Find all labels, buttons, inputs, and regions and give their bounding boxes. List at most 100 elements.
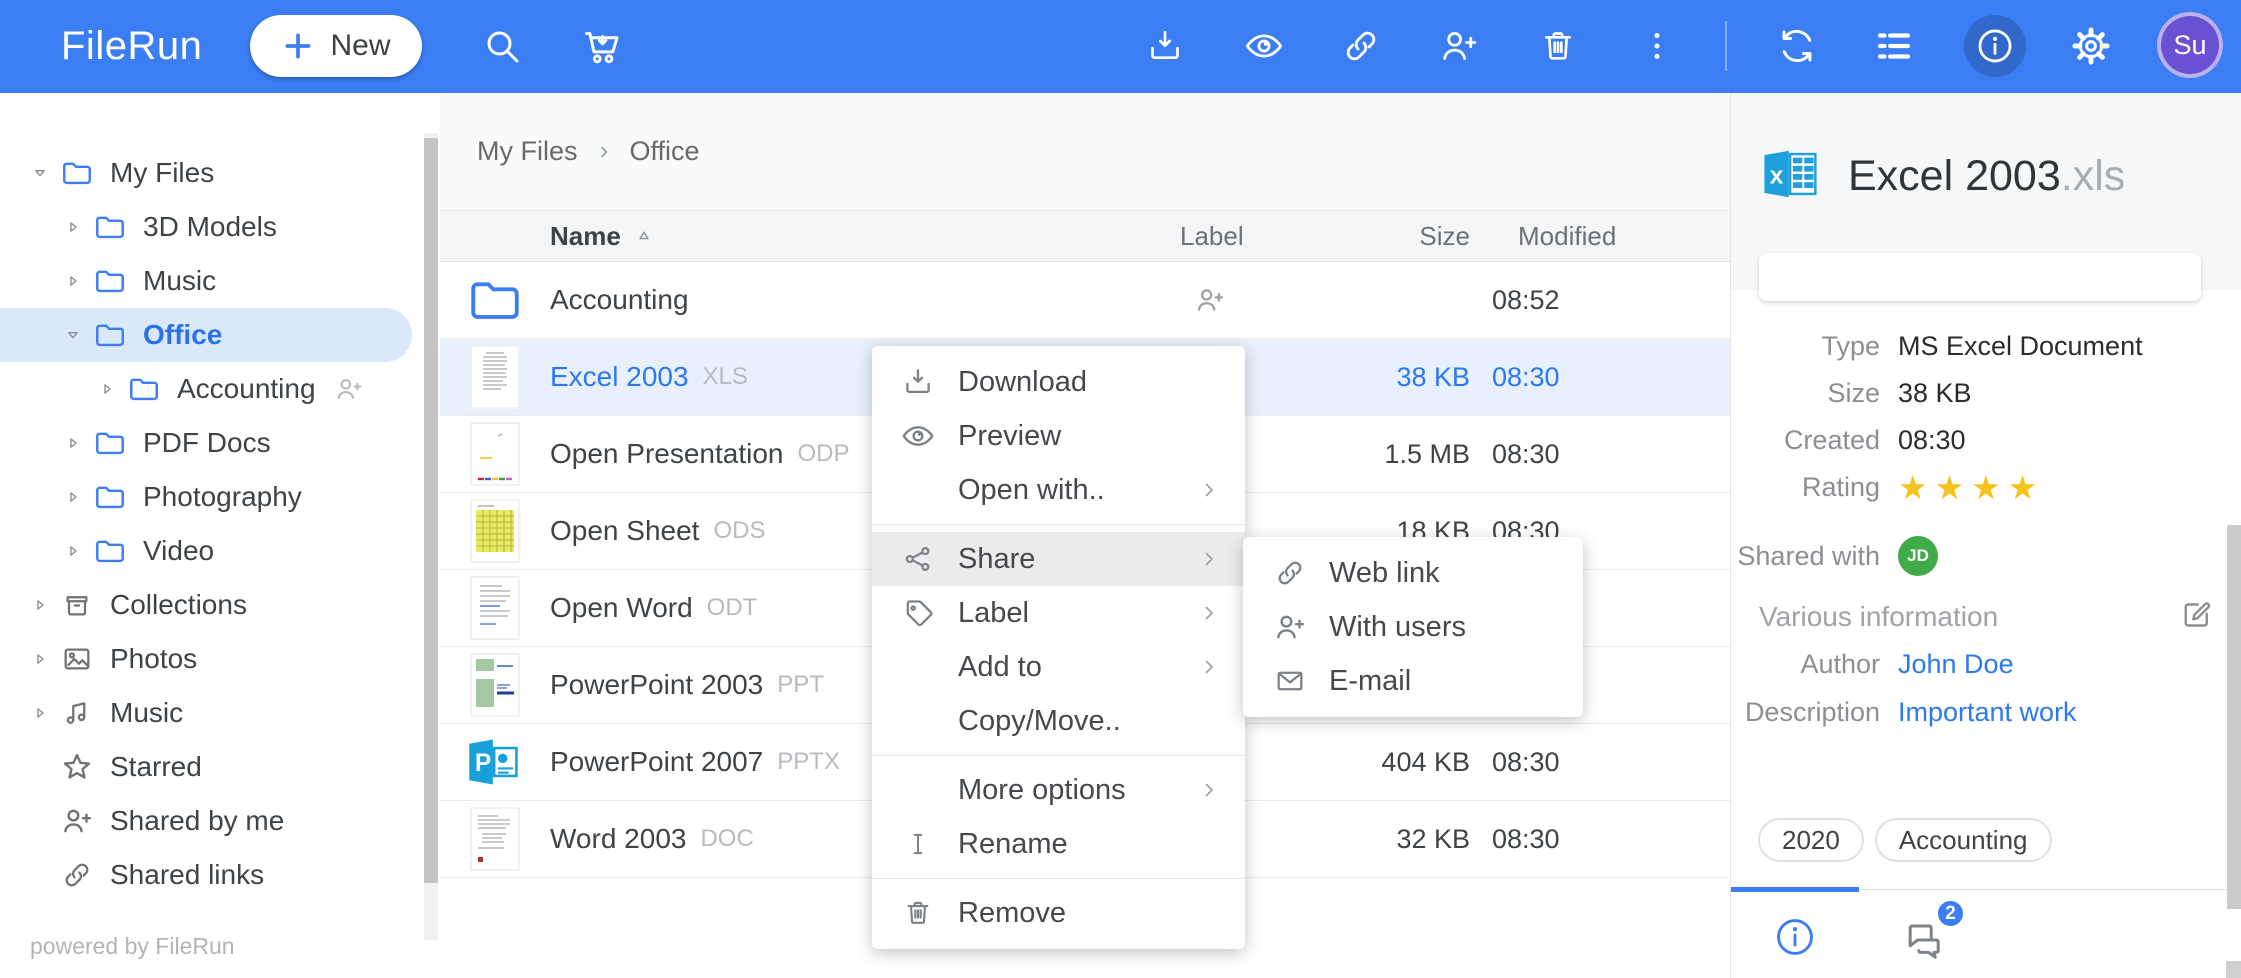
chevron-right-icon[interactable] [28, 702, 52, 724]
powerpoint-logo-icon: P [440, 732, 550, 792]
share-with-users-icon[interactable] [1429, 16, 1489, 76]
info-panel-icon[interactable] [1964, 15, 2026, 77]
table-header: Name Label Size Modified [440, 210, 1730, 262]
breadcrumb-my-files[interactable]: My Files [477, 136, 578, 167]
chevron-right-icon[interactable] [28, 648, 52, 670]
user-plus-icon [60, 804, 94, 838]
sidebar-item-office[interactable]: Office [0, 308, 412, 362]
context-menu-item-remove[interactable]: Remove [872, 886, 1245, 940]
tag-chip[interactable]: Accounting [1875, 818, 2052, 862]
folder-icon [93, 318, 127, 352]
sort-ascending-icon [635, 227, 653, 245]
sidebar-item-photos[interactable]: Photos [0, 632, 424, 686]
chevron-right-icon[interactable] [28, 594, 52, 616]
folder-icon [93, 264, 127, 298]
tag-chip[interactable]: 2020 [1758, 818, 1864, 862]
sidebar-scrollbar-thumb[interactable] [424, 138, 438, 883]
search-icon[interactable] [472, 16, 532, 76]
chevron-right-icon[interactable] [61, 486, 85, 508]
sidebar-item-my-files[interactable]: My Files [0, 146, 424, 200]
submenu-item-with-users[interactable]: With users [1243, 600, 1583, 654]
sidebar-item-video[interactable]: Video [0, 524, 424, 578]
breadcrumb: My Files Office [440, 93, 1730, 210]
web-link-icon[interactable] [1331, 16, 1391, 76]
column-header-size[interactable]: Size [1330, 221, 1470, 252]
folder-icon [93, 210, 127, 244]
preview-eye-icon[interactable] [1234, 16, 1294, 76]
sidebar-item-photography[interactable]: Photography [0, 470, 424, 524]
sidebar-item-label: Photos [110, 643, 197, 675]
panel-scrollbar-thumb[interactable] [2227, 525, 2241, 909]
context-menu-item-copy-move[interactable]: Copy/Move.. [872, 694, 1245, 748]
sidebar-item-accounting[interactable]: Accounting [0, 362, 424, 416]
chevron-right-icon[interactable] [95, 378, 119, 400]
author-value-link[interactable]: John Doe [1898, 649, 2014, 680]
more-vertical-icon[interactable] [1627, 16, 1687, 76]
tag-icon [900, 596, 936, 630]
chevron-right-icon[interactable] [61, 432, 85, 454]
powered-by-link[interactable]: powered by FileRun [30, 933, 235, 960]
context-menu-item-label[interactable]: Label [872, 586, 1245, 640]
column-header-modified[interactable]: Modified [1470, 221, 1707, 252]
settings-gear-icon[interactable] [2061, 16, 2121, 76]
submenu-item-web-link[interactable]: Web link [1243, 546, 1583, 600]
menu-divider [872, 878, 1245, 879]
list-view-icon[interactable] [1864, 16, 1924, 76]
download-icon[interactable] [1135, 16, 1195, 76]
folder-icon [93, 426, 127, 460]
chevron-right-icon[interactable] [61, 540, 85, 562]
document-thumbnail [440, 576, 550, 640]
section-title: Various information [1759, 597, 1998, 637]
context-menu: Download Preview Open with.. Share Label… [872, 346, 1245, 949]
new-button[interactable]: New [250, 15, 422, 77]
sidebar-item-pdf-docs[interactable]: PDF Docs [0, 416, 424, 470]
chevron-right-icon[interactable] [61, 216, 85, 238]
sidebar-item-shared-by-me[interactable]: Shared by me [0, 794, 424, 848]
sidebar-item-3d-models[interactable]: 3D Models [0, 200, 424, 254]
shared-user-avatar[interactable]: JD [1898, 536, 1938, 576]
property-label: Size [1731, 378, 1880, 409]
context-menu-item-more-options[interactable]: More options [872, 763, 1245, 817]
table-row[interactable]: Accounting 08:52 [440, 262, 1730, 339]
column-header-label[interactable]: Label [1180, 221, 1330, 252]
download-cart-icon[interactable] [572, 16, 632, 76]
context-menu-item-open-with[interactable]: Open with.. [872, 463, 1245, 517]
sidebar-item-shared-links[interactable]: Shared links [0, 848, 424, 902]
rating-stars[interactable]: ★★★★ [1898, 468, 2044, 507]
chevron-right-icon[interactable] [61, 270, 85, 292]
description-value-link[interactable]: Important work [1898, 697, 2077, 728]
file-ext: PPTX [777, 748, 840, 776]
tab-comments[interactable]: 2 [1859, 890, 1987, 962]
trash-icon[interactable] [1528, 16, 1588, 76]
tab-info[interactable] [1731, 890, 1859, 962]
sidebar: My Files 3D Models Music Office Accounti… [0, 93, 440, 978]
edit-metadata-icon[interactable] [2179, 597, 2215, 633]
chevron-down-icon[interactable] [61, 324, 85, 346]
user-avatar[interactable]: Su [2157, 12, 2223, 78]
download-icon [900, 365, 936, 399]
tags-row: 2020 Accounting [1758, 818, 2052, 862]
comments-count-badge: 2 [1935, 898, 1966, 929]
breadcrumb-office[interactable]: Office [630, 136, 700, 167]
context-menu-item-rename[interactable]: Rename [872, 817, 1245, 871]
context-menu-item-download[interactable]: Download [872, 355, 1245, 409]
sidebar-item-music-folder[interactable]: Music [0, 254, 424, 308]
context-menu-item-preview[interactable]: Preview [872, 409, 1245, 463]
context-menu-item-share[interactable]: Share [872, 532, 1245, 586]
chevron-down-icon[interactable] [28, 162, 52, 184]
sidebar-item-music[interactable]: Music [0, 686, 424, 740]
star-icon [60, 750, 94, 784]
refresh-icon[interactable] [1767, 16, 1827, 76]
sidebar-item-starred[interactable]: Starred [0, 740, 424, 794]
image-icon [60, 643, 94, 675]
submenu-item-email[interactable]: E-mail [1243, 654, 1583, 708]
column-header-name[interactable]: Name [550, 221, 1180, 252]
property-label: Rating [1731, 472, 1880, 503]
sidebar-item-collections[interactable]: Collections [0, 578, 424, 632]
file-name: Word 2003 [550, 823, 686, 855]
sidebar-item-label: My Files [110, 157, 214, 189]
context-menu-item-add-to[interactable]: Add to [872, 640, 1245, 694]
chevron-right-icon [1197, 547, 1221, 571]
file-properties: Type MS Excel Document Size 38 KB Create… [1731, 323, 2241, 511]
folder-icon [127, 372, 161, 406]
